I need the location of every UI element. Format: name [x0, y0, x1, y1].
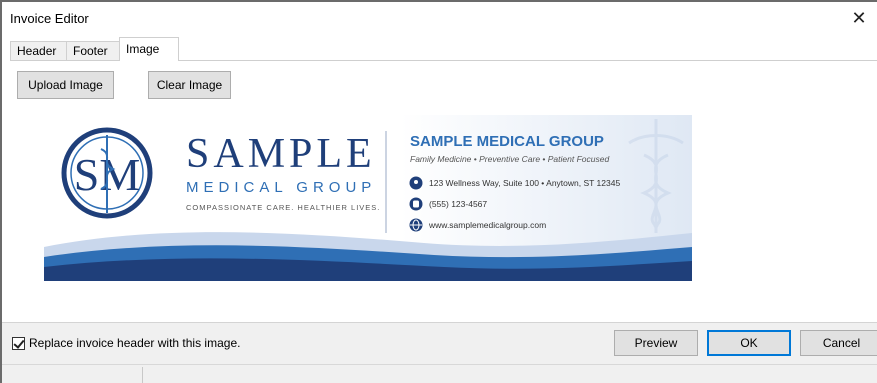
- banner-phone: (555) 123-4567: [429, 199, 487, 209]
- preview-button[interactable]: Preview: [614, 330, 698, 356]
- clear-image-button[interactable]: Clear Image: [148, 71, 231, 99]
- banner-services: Family Medicine • Preventive Care • Pati…: [410, 154, 609, 164]
- location-icon: [409, 176, 423, 190]
- banner-brand-sub: MEDICAL GROUP: [186, 179, 376, 196]
- tab-image[interactable]: Image: [119, 37, 179, 61]
- banner-tagline: COMPASSIONATE CARE. HEALTHIER LIVES.: [186, 203, 380, 212]
- globe-icon: [409, 218, 423, 232]
- monogram-logo-icon: SM: [61, 127, 153, 219]
- cancel-button[interactable]: Cancel: [800, 330, 877, 356]
- replace-header-label[interactable]: Replace invoice header with this image.: [29, 336, 240, 350]
- dialog-footer: Replace invoice header with this image. …: [2, 322, 877, 364]
- status-bar: [2, 364, 877, 383]
- title-bar: Invoice Editor ✕: [2, 2, 877, 36]
- close-icon[interactable]: ✕: [847, 7, 871, 31]
- banner-heading: SAMPLE MEDICAL GROUP: [410, 133, 604, 150]
- upload-image-button[interactable]: Upload Image: [17, 71, 114, 99]
- replace-header-checkbox[interactable]: [12, 336, 25, 350]
- banner-brand-word: SAMPLE: [186, 131, 376, 177]
- banner-address: 123 Wellness Way, Suite 100 • Anytown, S…: [429, 178, 620, 188]
- banner-website: www.samplemedicalgroup.com: [428, 220, 546, 230]
- phone-icon: [409, 197, 423, 211]
- tab-footer[interactable]: Footer: [66, 41, 121, 61]
- invoice-editor-window: Invoice Editor ✕ Header Footer Image Upl…: [0, 2, 877, 383]
- image-tab-panel: Upload Image Clear Image SM SAMPLE MEDIC…: [10, 60, 877, 322]
- status-separator: [142, 367, 143, 383]
- replace-header-option[interactable]: Replace invoice header with this image.: [12, 334, 240, 352]
- header-image-preview: SM SAMPLE MEDICAL GROUP COMPASSIONATE CA…: [44, 115, 692, 281]
- tab-header[interactable]: Header: [10, 41, 67, 61]
- ok-button[interactable]: OK: [707, 330, 791, 356]
- window-title: Invoice Editor: [10, 11, 89, 26]
